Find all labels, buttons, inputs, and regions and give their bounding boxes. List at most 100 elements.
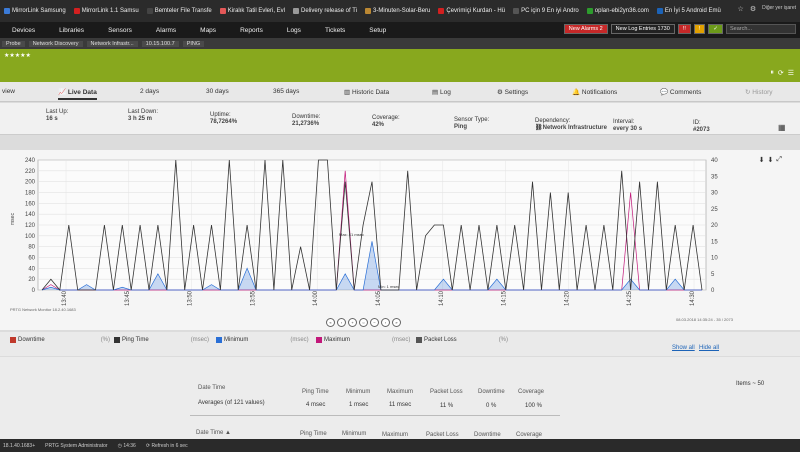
sort-coverage[interactable]: Coverage: [516, 432, 542, 438]
alarm-count-green[interactable]: ✓: [708, 24, 723, 34]
new-alarms-badge[interactable]: New Alarms 2: [563, 24, 608, 34]
nav-setup[interactable]: Setup: [357, 27, 398, 34]
tab-log[interactable]: ▤ Log: [432, 88, 451, 96]
bookmark-8[interactable]: oplan-ebi2yn36.com: [586, 8, 649, 14]
hide-all-link[interactable]: Hide all: [699, 345, 719, 351]
zoom-out-icon[interactable]: −: [370, 318, 379, 327]
new-log-entries-badge[interactable]: New Log Entries 1730: [610, 24, 675, 34]
col-date-time[interactable]: Date Time: [198, 385, 225, 391]
tab-history[interactable]: ↻ History: [745, 88, 773, 96]
nav-maps[interactable]: Maps: [188, 27, 228, 34]
col-minimum[interactable]: Minimum: [346, 389, 370, 395]
col-downtime[interactable]: Downtime: [478, 389, 505, 395]
legend-minimum[interactable]: Minimum (msec): [216, 337, 309, 343]
info-downtime: Downtime: 21,2736%: [292, 114, 320, 128]
tab-notifications[interactable]: 🔔 Notifications: [572, 88, 617, 96]
tab-historic-data[interactable]: ▥ Historic Data: [344, 88, 389, 96]
next-icon[interactable]: ›: [381, 318, 390, 327]
info-value: #2073: [693, 127, 710, 133]
nav-libraries[interactable]: Libraries: [47, 27, 96, 34]
breadcrumb-device[interactable]: 10.15.100.7: [141, 40, 179, 47]
tab-live-data[interactable]: 📈 Live Data: [58, 88, 97, 100]
nav-sensors[interactable]: Sensors: [96, 27, 144, 34]
col-coverage[interactable]: Coverage: [518, 389, 544, 395]
reset-icon[interactable]: ○: [359, 318, 368, 327]
col-maximum[interactable]: Maximum: [387, 389, 413, 395]
x-tick-label: 14:30: [690, 290, 696, 306]
zoom-in-icon[interactable]: +: [348, 318, 357, 327]
legend-packet-loss[interactable]: Packet Loss (%): [416, 337, 508, 343]
bookmark-6[interactable]: Çevrimiçi Kurdan - Hü: [438, 8, 505, 14]
dependency-link[interactable]: ⛓Network Infrastructure: [535, 125, 607, 132]
min-annotation: Min: 1 msec: [378, 284, 400, 289]
download-icon[interactable]: ⬇: [768, 156, 774, 164]
bookmark-4[interactable]: Delivery release of Ti: [293, 8, 357, 14]
nav-devices[interactable]: Devices: [0, 27, 47, 34]
download-icon[interactable]: ⬇: [759, 156, 765, 164]
tab-365-days[interactable]: 365 days: [273, 88, 299, 95]
breadcrumb-sensor[interactable]: PING: [182, 40, 205, 47]
user-name[interactable]: PRTG System Administrator: [45, 443, 107, 449]
breadcrumb-probe[interactable]: Probe: [2, 40, 25, 47]
info-value: 78,7264%: [210, 119, 238, 125]
priority-stars[interactable]: ★★★★★: [4, 53, 31, 59]
sort-downtime[interactable]: Downtime: [474, 432, 501, 438]
alarm-count-red[interactable]: !!: [677, 24, 691, 34]
nav-tickets[interactable]: Tickets: [313, 27, 357, 34]
browser-toolbar-right: ☆ ⚙ Diğer yer işaret: [738, 5, 796, 13]
refresh-status[interactable]: ⟳ Refresh in 6 sec: [146, 443, 188, 449]
bookmark-0[interactable]: MirrorLink Samsung: [4, 8, 66, 14]
sort-date-time[interactable]: Date Time ▲: [196, 430, 231, 436]
other-favorites[interactable]: Diğer yer işaret: [762, 5, 796, 13]
bookmark-2[interactable]: Bemteler File Transfe: [146, 8, 212, 14]
legend-downtime[interactable]: Downtime (%): [10, 337, 110, 343]
sort-minimum[interactable]: Minimum: [342, 431, 366, 437]
info-uptime: Uptime: 78,7264%: [210, 112, 237, 126]
alarm-count-yellow[interactable]: !: [693, 24, 706, 34]
x-tick-label: 14:05: [376, 290, 382, 306]
search-input[interactable]: Search...: [726, 24, 796, 34]
sort-ping-time[interactable]: Ping Time: [300, 431, 327, 437]
prev-icon[interactable]: ‹: [337, 318, 346, 327]
nav-alarms[interactable]: Alarms: [144, 27, 188, 34]
legend-ping-time[interactable]: Ping Time (msec): [114, 337, 209, 343]
col-ping-time[interactable]: Ping Time: [302, 389, 329, 395]
breadcrumb-subgroup[interactable]: Network Infrastr...: [86, 40, 138, 47]
checkbox-icon[interactable]: [114, 337, 120, 343]
y2-tick-label: 0: [711, 288, 715, 294]
bookmark-1[interactable]: MirrorLink 1.1 Samsu: [73, 8, 139, 14]
show-all-link[interactable]: Show all: [672, 345, 695, 351]
bookmark-7[interactable]: PC için 9 En iyi Andro: [513, 8, 579, 14]
legend-maximum[interactable]: Maximum (msec): [316, 337, 410, 343]
checkbox-icon[interactable]: [316, 337, 322, 343]
pause-icon[interactable]: ⏸: [770, 69, 774, 77]
expand-icon[interactable]: ⤢: [776, 156, 782, 164]
qr-code-icon[interactable]: ▦: [778, 123, 786, 132]
tab-2-days[interactable]: 2 days: [140, 88, 159, 95]
tab-comments[interactable]: 💬 Comments: [660, 88, 701, 96]
overview-label[interactable]: view: [2, 88, 15, 95]
checkbox-icon[interactable]: [416, 337, 422, 343]
menu-icon[interactable]: ☰: [788, 69, 794, 77]
tab-settings[interactable]: ⚙ Settings: [497, 88, 528, 96]
sort-packet-loss[interactable]: Packet Loss: [426, 432, 459, 438]
breadcrumb-group[interactable]: Network Discovery: [28, 40, 83, 47]
first-icon[interactable]: «: [326, 318, 335, 327]
tab-30-days[interactable]: 30 days: [206, 88, 229, 95]
bookmark-9[interactable]: En İyi 5 Android Emü: [656, 8, 721, 14]
sensor-info-strip: Last Up: 16 s Last Down: 3 h 25 m Uptime: 7…: [0, 103, 800, 135]
nav-logs[interactable]: Logs: [275, 27, 313, 34]
sort-maximum[interactable]: Maximum: [382, 432, 408, 438]
extensions-icon[interactable]: ⚙: [750, 5, 756, 13]
favorites-star-icon[interactable]: ☆: [738, 5, 744, 13]
col-packet-loss[interactable]: Packet Loss: [430, 389, 463, 395]
bookmark-3[interactable]: Kiralık Tatil Evleri, Evl: [219, 8, 285, 14]
bookmark-5[interactable]: 3-Minuten-Solar-Beru: [365, 8, 430, 14]
checkbox-icon[interactable]: [216, 337, 222, 343]
refresh-icon[interactable]: ⟳: [778, 69, 784, 77]
checkbox-icon[interactable]: [10, 337, 16, 343]
y2-tick-label: 10: [711, 256, 718, 262]
nav-reports[interactable]: Reports: [228, 27, 275, 34]
last-icon[interactable]: »: [392, 318, 401, 327]
info-label: ID:: [693, 120, 701, 126]
